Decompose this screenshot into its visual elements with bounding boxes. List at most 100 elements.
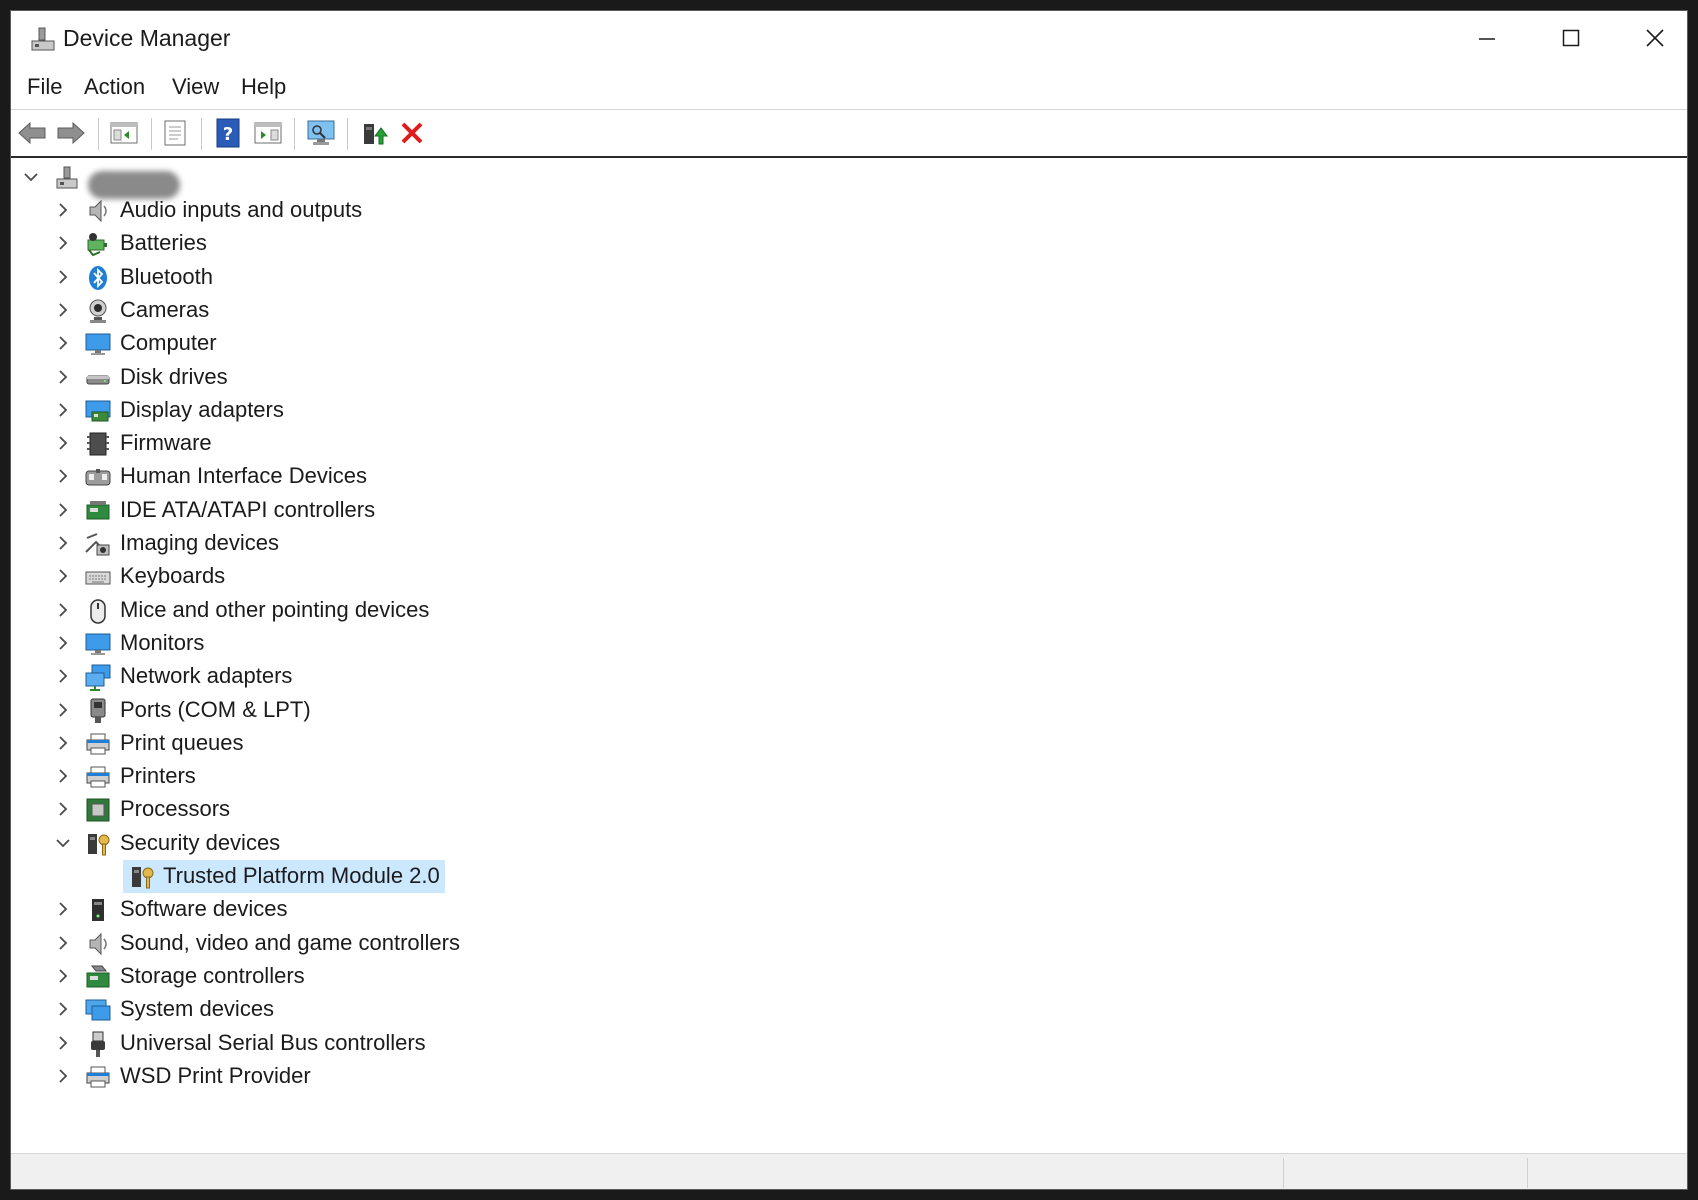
expand-chevron-icon[interactable] bbox=[53, 932, 73, 954]
expand-chevron-icon[interactable] bbox=[53, 332, 73, 354]
tree-category-node[interactable]: Computer bbox=[11, 327, 1687, 360]
display-adapter-icon bbox=[85, 400, 111, 422]
update-driver-button[interactable] bbox=[358, 117, 390, 149]
properties-button[interactable] bbox=[159, 117, 191, 149]
tree-category-node[interactable]: Mice and other pointing devices bbox=[11, 594, 1687, 627]
tree-category-node[interactable]: Batteries bbox=[11, 227, 1687, 260]
tree-category-node[interactable]: Monitors bbox=[11, 627, 1687, 660]
expand-chevron-icon[interactable] bbox=[53, 465, 73, 487]
tree-category-node[interactable]: Human Interface Devices bbox=[11, 460, 1687, 493]
hid-icon bbox=[85, 469, 111, 486]
tree-category-node[interactable]: Universal Serial Bus controllers bbox=[11, 1027, 1687, 1060]
tree-root-node[interactable] bbox=[11, 161, 1687, 199]
tree-category-node[interactable]: Ports (COM & LPT) bbox=[11, 694, 1687, 727]
tree-category-node[interactable]: Processors bbox=[11, 793, 1687, 826]
battery-icon bbox=[87, 233, 107, 257]
tree-category-node[interactable]: Security devices bbox=[11, 827, 1687, 860]
computer-icon bbox=[85, 333, 111, 356]
tree-category-node[interactable]: Bluetooth bbox=[11, 261, 1687, 294]
uninstall-device-icon bbox=[401, 122, 423, 144]
tree-category-label: Security devices bbox=[120, 829, 281, 855]
expand-chevron-icon[interactable] bbox=[53, 565, 73, 587]
tree-category-node[interactable]: System devices bbox=[11, 993, 1687, 1026]
tree-category-label: Print queues bbox=[120, 729, 244, 755]
status-bar bbox=[11, 1153, 1687, 1189]
tpm-icon bbox=[132, 867, 154, 889]
expand-chevron-icon[interactable] bbox=[53, 499, 73, 521]
close-button[interactable] bbox=[1613, 11, 1687, 65]
tree-category-node[interactable]: Sound, video and game controllers bbox=[11, 927, 1687, 960]
expand-chevron-icon[interactable] bbox=[53, 898, 73, 920]
action-pane-button[interactable] bbox=[252, 117, 284, 149]
device-tree[interactable]: Audio inputs and outputs Batteries Bluetoo… bbox=[11, 158, 1687, 1153]
tree-category-node[interactable]: Disk drives bbox=[11, 361, 1687, 394]
expand-chevron-icon[interactable] bbox=[53, 299, 73, 321]
tree-category-label: Network adapters bbox=[120, 663, 293, 689]
tree-category-node[interactable]: Software devices bbox=[11, 893, 1687, 926]
tree-category-label: Sound, video and game controllers bbox=[120, 929, 460, 955]
expand-chevron-icon[interactable] bbox=[53, 432, 73, 454]
tree-category-node[interactable]: Printers bbox=[11, 760, 1687, 793]
back-button[interactable] bbox=[16, 117, 48, 149]
expand-chevron-icon[interactable] bbox=[53, 699, 73, 721]
tree-category-node[interactable]: WSD Print Provider bbox=[11, 1060, 1687, 1093]
expand-chevron-icon[interactable] bbox=[53, 798, 73, 820]
menu-view[interactable]: View bbox=[172, 74, 219, 100]
help-button[interactable]: ? bbox=[212, 117, 244, 149]
tree-category-label: IDE ATA/ATAPI controllers bbox=[120, 496, 376, 522]
expand-chevron-icon[interactable] bbox=[53, 965, 73, 987]
back-arrow-icon bbox=[18, 121, 46, 145]
tree-category-node[interactable]: Audio inputs and outputs bbox=[11, 194, 1687, 227]
window-title: Device Manager bbox=[63, 25, 231, 51]
expand-chevron-icon[interactable] bbox=[53, 366, 73, 388]
tree-category-label: Audio inputs and outputs bbox=[120, 197, 363, 222]
minimize-button[interactable] bbox=[1445, 11, 1529, 65]
expand-chevron-icon[interactable] bbox=[53, 232, 73, 254]
tree-category-node[interactable]: IDE ATA/ATAPI controllers bbox=[11, 494, 1687, 527]
close-icon bbox=[1646, 29, 1664, 47]
tree-category-label: Firmware bbox=[120, 430, 212, 456]
expand-chevron-icon[interactable] bbox=[53, 732, 73, 754]
collapse-chevron-icon[interactable] bbox=[21, 166, 41, 188]
expand-chevron-icon[interactable] bbox=[53, 599, 73, 621]
menu-action[interactable]: Action bbox=[84, 74, 145, 100]
show-hide-console-tree-button[interactable] bbox=[108, 117, 140, 149]
expand-chevron-icon[interactable] bbox=[53, 399, 73, 421]
expand-chevron-icon[interactable] bbox=[53, 765, 73, 787]
uninstall-device-button[interactable] bbox=[396, 117, 428, 149]
expand-chevron-icon[interactable] bbox=[53, 199, 73, 221]
scan-hardware-changes-button[interactable] bbox=[305, 117, 337, 149]
camera-icon bbox=[89, 299, 107, 323]
expand-chevron-icon[interactable] bbox=[53, 266, 73, 288]
status-divider bbox=[1527, 1158, 1528, 1188]
expand-chevron-icon[interactable] bbox=[53, 998, 73, 1020]
tree-category-node[interactable]: Imaging devices bbox=[11, 527, 1687, 560]
speaker-icon bbox=[89, 199, 107, 223]
tree-category-node[interactable]: Storage controllers bbox=[11, 960, 1687, 993]
collapse-chevron-icon[interactable] bbox=[53, 832, 73, 854]
tree-category-label: WSD Print Provider bbox=[120, 1062, 311, 1088]
expand-chevron-icon[interactable] bbox=[53, 532, 73, 554]
expand-chevron-icon[interactable] bbox=[53, 665, 73, 687]
maximize-button[interactable] bbox=[1529, 11, 1613, 65]
svg-text:?: ? bbox=[223, 124, 233, 145]
show-hide-console-tree-icon bbox=[110, 122, 138, 144]
tree-child-node[interactable]: Trusted Platform Module 2.0 bbox=[11, 860, 1687, 893]
tree-category-label: Computer bbox=[120, 330, 217, 356]
title-bar[interactable]: Device Manager bbox=[11, 11, 1687, 65]
tree-category-label: Printers bbox=[120, 763, 196, 789]
expand-chevron-icon[interactable] bbox=[53, 1032, 73, 1054]
forward-button[interactable] bbox=[55, 117, 87, 149]
expand-chevron-icon[interactable] bbox=[53, 632, 73, 654]
tree-category-node[interactable]: Keyboards bbox=[11, 560, 1687, 593]
expand-chevron-icon[interactable] bbox=[53, 1065, 73, 1087]
tree-category-node[interactable]: Print queues bbox=[11, 727, 1687, 760]
keyboard-icon bbox=[85, 571, 111, 585]
menu-help[interactable]: Help bbox=[241, 74, 286, 100]
tree-category-node[interactable]: Cameras bbox=[11, 294, 1687, 327]
tree-category-node[interactable]: Network adapters bbox=[11, 660, 1687, 693]
menu-file[interactable]: File bbox=[27, 74, 62, 100]
tree-category-node[interactable]: Firmware bbox=[11, 427, 1687, 460]
tree-category-node[interactable]: Display adapters bbox=[11, 394, 1687, 427]
bluetooth-icon bbox=[89, 265, 107, 290]
